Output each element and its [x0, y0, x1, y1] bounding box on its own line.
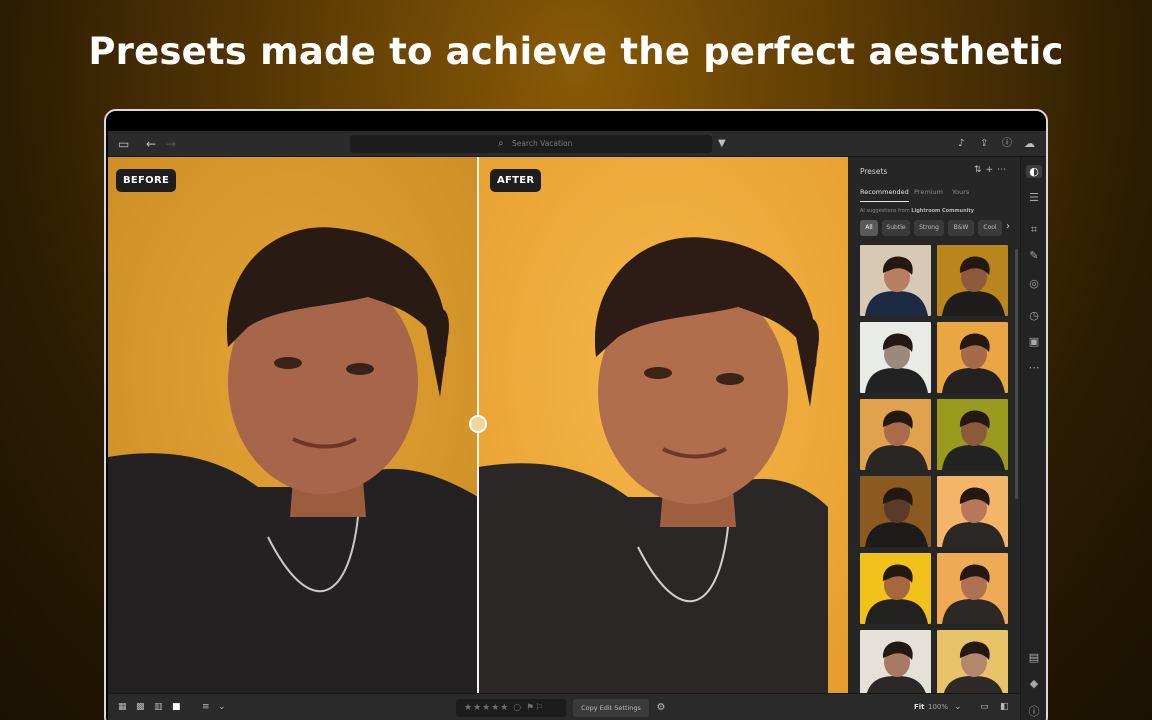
more-tools-icon[interactable]: ⋯ [1026, 361, 1042, 374]
flag-icon[interactable]: ⚑⚐ [526, 703, 544, 713]
preset-thumbnail[interactable] [937, 476, 1008, 547]
back-arrow-icon[interactable]: ← [146, 136, 156, 152]
preset-thumbnail[interactable] [860, 245, 931, 316]
tab-recommended[interactable]: Recommended [860, 188, 909, 202]
before-badge: BEFORE [116, 169, 177, 192]
cloud-icon[interactable]: ☁ [1024, 136, 1035, 152]
comment-icon[interactable]: ▤ [1026, 651, 1042, 664]
chevron-down-icon[interactable]: ⌄ [954, 702, 962, 712]
after-image: AFTER [478, 157, 848, 693]
top-toolbar: ▭ ← → ⌕ Search Vacation ▼ ♪ ⇪ ⓘ ☁ [108, 131, 1046, 157]
chip-cool[interactable]: Cool [978, 220, 1002, 236]
preset-thumbnail[interactable] [937, 245, 1008, 316]
edit-sliders-icon[interactable]: ☰ [1026, 191, 1042, 204]
suggestion-note: AI suggestions from Lightroom Community [860, 208, 974, 214]
compare-slider-handle[interactable] [469, 415, 487, 433]
copy-edit-settings-button[interactable]: Copy Edit Settings [573, 699, 649, 717]
preset-thumbnail[interactable] [937, 322, 1008, 393]
crop-icon[interactable]: ⌗ [1026, 223, 1042, 237]
bottom-toolbar: ▦ ▩ ▥ ■ ≡ ⌄ ★★★★★ ○ ⚑⚐ Copy Edit Setting… [108, 693, 1020, 720]
healing-icon[interactable]: ✎ [1026, 249, 1042, 262]
search-icon: ⌕ [498, 138, 504, 149]
suggestion-prefix: AI suggestions from [860, 208, 910, 214]
mask-icon[interactable]: ◎ [1026, 277, 1042, 290]
preset-thumbnail[interactable] [860, 476, 931, 547]
presets-panel: Presets ⇅+⋯ Recommended Premium Yours AI… [848, 157, 1020, 693]
versions-icon[interactable]: ▣ [1026, 335, 1042, 348]
device-frame: ▭ ← → ⌕ Search Vacation ▼ ♪ ⇪ ⓘ ☁ BEFORE… [104, 109, 1048, 720]
filmstrip-icon[interactable]: ▥ [154, 702, 163, 712]
bell-icon[interactable]: ♪ [958, 136, 964, 152]
grid-view-icon[interactable]: ▦ [118, 702, 127, 712]
forward-arrow-icon[interactable]: → [166, 136, 176, 152]
sort-icon[interactable]: ≡ [202, 702, 210, 712]
filter-icon[interactable]: ▼ [718, 136, 726, 152]
preset-thumbnail[interactable] [937, 553, 1008, 624]
chip-bw[interactable]: B&W [948, 220, 974, 236]
split-view-icon[interactable]: ◧ [1000, 702, 1009, 712]
before-portrait [108, 157, 478, 693]
filter-chips: All Subtle Strong B&W Cool › [860, 220, 1012, 238]
square-grid-icon[interactable]: ▩ [136, 702, 145, 712]
panel-title: Presets [860, 167, 888, 176]
chip-strong[interactable]: Strong [914, 220, 944, 236]
preset-thumbnail-grid [860, 245, 1012, 693]
rating-flags[interactable]: ★★★★★ ○ ⚑⚐ [456, 699, 566, 717]
lightroom-app: ▭ ← → ⌕ Search Vacation ▼ ♪ ⇪ ⓘ ☁ BEFORE… [108, 131, 1046, 720]
after-portrait [478, 157, 848, 693]
info-icon[interactable]: ⓘ [1026, 703, 1042, 719]
chevron-right-icon[interactable]: › [1006, 221, 1010, 232]
history-icon[interactable]: ◷ [1026, 309, 1042, 322]
tool-rail: ◐ ☰ ⌗ ✎ ◎ ◷ ▣ ⋯ ▤ ◆ ⓘ [1020, 157, 1046, 720]
presets-tool-icon[interactable]: ◐ [1026, 165, 1042, 178]
preset-thumbnail[interactable] [860, 630, 931, 693]
search-input[interactable]: ⌕ Search Vacation [350, 135, 712, 153]
fit-button[interactable]: Fit [914, 703, 925, 711]
panel-scrollbar[interactable] [1015, 249, 1018, 499]
tab-premium[interactable]: Premium [914, 188, 943, 196]
more-icon[interactable]: ⋯ [997, 165, 1010, 175]
import-icon[interactable]: ⇅ [974, 165, 986, 175]
panel-tools: ⇅+⋯ [974, 165, 1010, 175]
preset-thumbnail[interactable] [937, 399, 1008, 470]
help-icon[interactable]: ⓘ [1002, 136, 1012, 152]
chip-subtle[interactable]: Subtle [882, 220, 910, 236]
single-view-icon[interactable]: ■ [172, 702, 181, 712]
photo-canvas[interactable]: BEFORE AFTER [108, 157, 848, 693]
add-preset-icon[interactable]: + [986, 165, 998, 175]
gear-icon[interactable]: ⚙ [652, 699, 670, 717]
reject-icon[interactable]: ○ [513, 703, 522, 713]
chip-all[interactable]: All [860, 220, 878, 236]
before-image: BEFORE [108, 157, 478, 693]
preset-thumbnail[interactable] [937, 630, 1008, 693]
headline: Presets made to achieve the perfect aest… [88, 30, 1064, 73]
preset-thumbnail[interactable] [860, 399, 931, 470]
compare-view-icon[interactable]: ▭ [980, 702, 989, 712]
preset-thumbnail[interactable] [860, 553, 931, 624]
share-icon[interactable]: ⇪ [980, 136, 988, 152]
preset-thumbnail[interactable] [860, 322, 931, 393]
after-badge: AFTER [490, 169, 542, 192]
tag-icon[interactable]: ◆ [1026, 677, 1042, 690]
chevron-down-icon[interactable]: ⌄ [218, 702, 226, 712]
sidebar-toggle-icon[interactable]: ▭ [118, 136, 129, 152]
zoom-level[interactable]: 100% [928, 703, 948, 711]
star-rating-icon[interactable]: ★★★★★ [464, 703, 509, 713]
tab-yours[interactable]: Yours [952, 188, 969, 196]
search-placeholder: Search Vacation [512, 139, 573, 148]
suggestion-source: Lightroom Community [911, 208, 975, 214]
